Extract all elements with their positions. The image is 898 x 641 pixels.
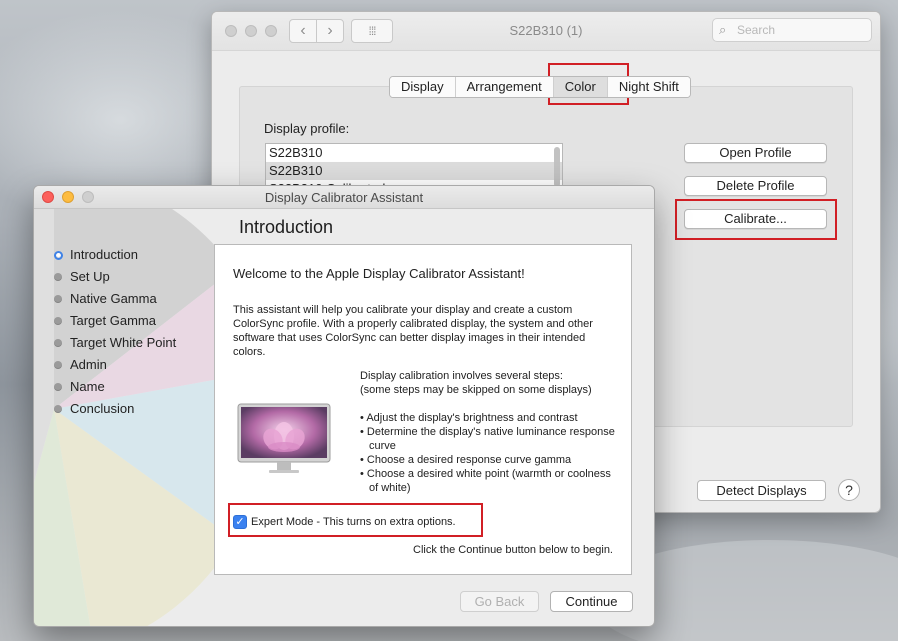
calibrate-button[interactable]: Calibrate... (684, 209, 827, 229)
step-item-introduction: Introduction (54, 244, 176, 266)
page-title: Introduction (239, 217, 334, 237)
step-item-set-up: Set Up (54, 266, 176, 288)
step-dot-icon (54, 405, 62, 413)
list-item: • Adjust the display's brightness and co… (360, 412, 578, 424)
tab-night-shift[interactable]: Night Shift (607, 77, 690, 97)
step-dot-icon (54, 361, 62, 369)
step-dot-icon (54, 383, 62, 391)
steps-list: Introduction Set Up Native Gamma Target … (54, 244, 176, 420)
search-input[interactable] (735, 22, 869, 38)
expert-mode-checkbox[interactable]: ✓ Expert Mode - This turns on extra opti… (233, 515, 456, 529)
expert-mode-label: Expert Mode - This turns on extra option… (251, 516, 456, 528)
search-icon: ⌕ (719, 22, 727, 37)
calibration-steps-list: • Adjust the display's brightness and co… (360, 411, 620, 495)
open-profile-button[interactable]: Open Profile (684, 143, 827, 163)
step-label: Target White Point (70, 335, 177, 350)
title-bar: ‹ › ⁞⁞⁞ S22B310 (1) ⌕ (212, 12, 880, 51)
step-label: Admin (70, 357, 107, 372)
calibrator-assistant-window: Display Calibrator Assistant Introductio… (33, 185, 655, 627)
step-dot-icon (54, 295, 62, 303)
step-label: Introduction (70, 247, 138, 262)
steps-intro-line: Display calibration involves several ste… (360, 370, 563, 382)
checkmark-icon[interactable]: ✓ (233, 515, 247, 529)
tab-display[interactable]: Display (390, 77, 456, 97)
go-back-button[interactable]: Go Back (460, 591, 539, 612)
step-item-conclusion: Conclusion (54, 398, 176, 420)
step-item-name: Name (54, 376, 176, 398)
step-label: Set Up (70, 269, 110, 284)
step-label: Native Gamma (70, 291, 157, 306)
step-dot-icon (54, 273, 62, 281)
step-item-target-white-point: Target White Point (54, 332, 176, 354)
step-item-admin: Admin (54, 354, 176, 376)
imac-display-icon (237, 403, 331, 473)
list-item: • Choose a desired response curve gamma (360, 454, 572, 466)
detect-displays-button[interactable]: Detect Displays (697, 480, 826, 501)
list-item[interactable]: S22B310 (266, 162, 562, 180)
search-field[interactable]: ⌕ (712, 18, 872, 42)
step-item-target-gamma: Target Gamma (54, 310, 176, 332)
step-dot-icon (54, 339, 62, 347)
window-title: Display Calibrator Assistant (264, 190, 424, 205)
list-item: • Choose a desired white point (warmth o… (360, 468, 611, 494)
tab-arrangement[interactable]: Arrangement (455, 77, 554, 97)
welcome-heading: Welcome to the Apple Display Calibrator … (233, 266, 525, 281)
continue-button[interactable]: Continue (550, 591, 633, 612)
title-bar: Display Calibrator Assistant (34, 186, 654, 209)
step-item-native-gamma: Native Gamma (54, 288, 176, 310)
display-profile-label: Display profile: (264, 121, 350, 136)
step-label: Target Gamma (70, 313, 156, 328)
tab-bar: Display Arrangement Color Night Shift (389, 76, 691, 98)
intro-paragraph: This assistant will help you calibrate y… (233, 304, 593, 358)
step-label: Conclusion (70, 401, 135, 416)
steps-intro: Display calibration involves several ste… (360, 369, 620, 397)
delete-profile-button[interactable]: Delete Profile (684, 176, 827, 196)
help-button[interactable]: ? (838, 479, 860, 501)
step-label: Name (70, 379, 105, 394)
content-pane: Welcome to the Apple Display Calibrator … (214, 244, 632, 575)
scrollbar[interactable] (554, 147, 560, 187)
continue-instruction: Click the Continue button below to begin… (413, 544, 613, 556)
step-dot-icon (54, 317, 62, 325)
list-item[interactable]: S22B310 (266, 144, 562, 162)
current-step-dot-icon (54, 250, 63, 260)
steps-intro-note: (some steps may be skipped on some displ… (360, 384, 592, 396)
tab-color[interactable]: Color (553, 77, 608, 97)
list-item: • Determine the display's native luminan… (360, 426, 615, 452)
